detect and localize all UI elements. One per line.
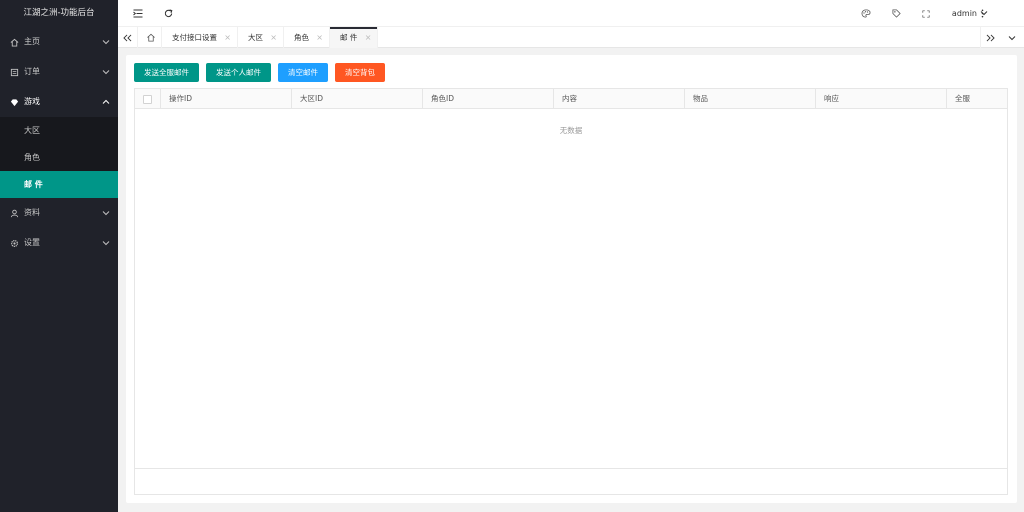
tab-label: 大区 xyxy=(248,33,263,42)
tab-region[interactable]: 大区 × xyxy=(238,27,284,48)
refresh-icon[interactable] xyxy=(160,0,176,27)
chevron-down-icon xyxy=(102,198,110,228)
column-header-region-id[interactable]: 大区ID xyxy=(292,89,423,109)
sidebar-item-profile[interactable]: 资料 xyxy=(0,198,118,228)
clear-bag-button[interactable]: 清空背包 xyxy=(335,63,385,82)
sidebar-item-label: 资料 xyxy=(24,208,40,217)
sidebar: 江湖之洲-功能后台 主页 订单 游戏 大区 角色 邮 件 资料 设置 xyxy=(0,0,118,512)
tab-mail[interactable]: 邮 件 × xyxy=(330,27,379,48)
empty-state-text: 无数据 xyxy=(559,126,583,135)
column-header-operation-id[interactable]: 操作ID xyxy=(161,89,292,109)
sidebar-item-home[interactable]: 主页 xyxy=(0,27,118,57)
select-all-checkbox[interactable] xyxy=(143,94,152,104)
gear-icon xyxy=(9,228,19,258)
table-header: 操作ID 大区ID 角色ID 内容 物品 响应 全服 xyxy=(135,89,1007,109)
close-icon[interactable]: × xyxy=(316,27,323,48)
sidebar-subnav-games: 大区 角色 邮 件 xyxy=(0,117,118,198)
sidebar-item-label: 设置 xyxy=(24,238,40,247)
send-personal-mail-button[interactable]: 发送个人邮件 xyxy=(206,63,271,82)
clear-mail-button[interactable]: 清空邮件 xyxy=(278,63,328,82)
sidebar-subitem-mail[interactable]: 邮 件 xyxy=(0,171,118,198)
tabs-scroll-right-icon[interactable] xyxy=(980,27,1000,48)
sidebar-item-games[interactable]: 游戏 xyxy=(0,87,118,117)
tabs-menu-chevron-down-icon[interactable] xyxy=(1002,27,1022,48)
chevron-down-icon xyxy=(102,27,110,57)
chevron-up-icon xyxy=(102,87,110,117)
user-icon xyxy=(9,198,19,228)
tab-label: 角色 xyxy=(294,33,309,42)
column-header-response[interactable]: 响应 xyxy=(816,89,947,109)
tag-icon[interactable] xyxy=(888,0,904,27)
mail-toolbar: 发送全服邮件 发送个人邮件 清空邮件 清空背包 xyxy=(134,63,385,82)
fullscreen-icon[interactable] xyxy=(918,0,934,27)
tabs-scroll-left-icon[interactable] xyxy=(118,27,138,48)
sidebar-item-settings[interactable]: 设置 xyxy=(0,228,118,258)
column-header-items[interactable]: 物品 xyxy=(685,89,816,109)
sidebar-item-label: 主页 xyxy=(24,37,40,46)
content-card: 发送全服邮件 发送个人邮件 清空邮件 清空背包 操作ID 大区ID 角色ID 内… xyxy=(126,55,1017,503)
order-icon xyxy=(9,57,19,87)
table-pagination-area xyxy=(135,468,1007,494)
chevron-down-icon xyxy=(102,57,110,87)
select-all-cell xyxy=(135,89,161,109)
sidebar-item-label: 游戏 xyxy=(24,97,40,106)
tab-label: 邮 件 xyxy=(340,33,358,42)
close-icon[interactable]: × xyxy=(365,27,372,48)
sidebar-subitem-region[interactable]: 大区 xyxy=(0,117,118,144)
page-tabs-bar: 支付接口设置 × 大区 × 角色 × 邮 件 × xyxy=(118,27,1024,48)
chevron-down-icon xyxy=(102,228,110,258)
home-tab-icon[interactable] xyxy=(140,27,162,48)
sidebar-item-orders[interactable]: 订单 xyxy=(0,57,118,87)
column-header-role-id[interactable]: 角色ID xyxy=(423,89,554,109)
top-header: admin xyxy=(118,0,1024,27)
tab-role[interactable]: 角色 × xyxy=(284,27,330,48)
column-header-all-servers[interactable]: 全服 xyxy=(947,89,1007,109)
close-icon[interactable]: × xyxy=(270,27,277,48)
tab-label: 支付接口设置 xyxy=(172,33,217,42)
mail-table: 操作ID 大区ID 角色ID 内容 物品 响应 全服 无数据 xyxy=(134,88,1008,495)
sidebar-item-label: 订单 xyxy=(24,67,40,76)
column-header-content[interactable]: 内容 xyxy=(554,89,685,109)
tab-payment-settings[interactable]: 支付接口设置 × xyxy=(162,27,238,48)
sidebar-toggle-icon[interactable] xyxy=(130,0,146,27)
home-icon xyxy=(9,27,19,57)
close-icon[interactable]: × xyxy=(224,27,231,48)
page-tabs: 支付接口设置 × 大区 × 角色 × 邮 件 × xyxy=(162,27,379,48)
more-vertical-icon[interactable] xyxy=(974,0,990,27)
app-logo-title: 江湖之洲-功能后台 xyxy=(23,8,95,18)
diamond-icon xyxy=(9,87,19,117)
theme-icon[interactable] xyxy=(858,0,874,27)
sidebar-subitem-role[interactable]: 角色 xyxy=(0,144,118,171)
send-all-mail-button[interactable]: 发送全服邮件 xyxy=(134,63,199,82)
